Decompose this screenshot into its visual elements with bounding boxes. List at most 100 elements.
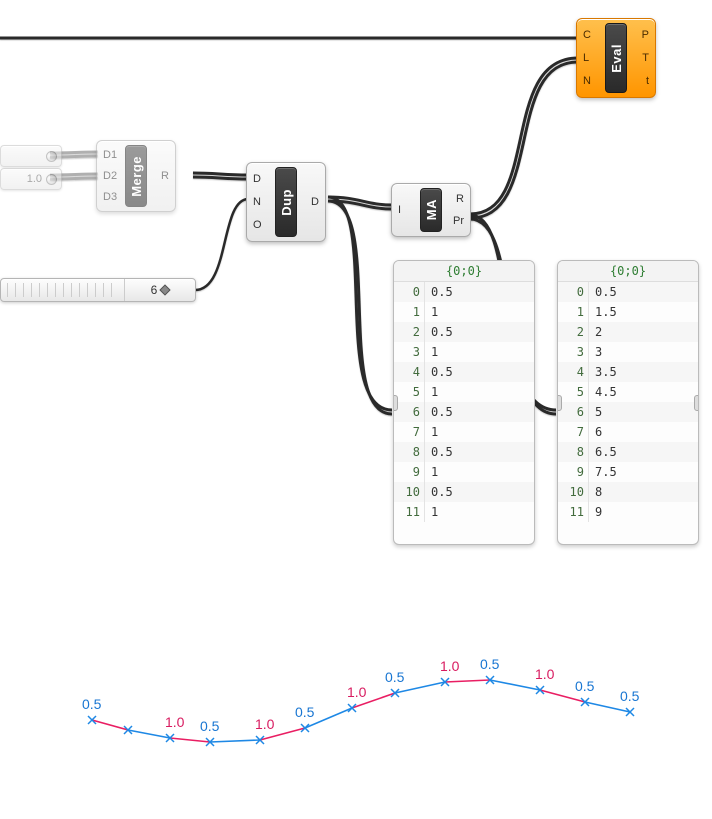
panel-row-index: 7 xyxy=(558,422,589,442)
panel-row-index: 10 xyxy=(558,482,589,502)
input-n[interactable]: N xyxy=(253,196,261,208)
panel-row-value: 1 xyxy=(425,302,438,322)
input-n[interactable]: N xyxy=(583,75,591,87)
panel-row: 11.5 xyxy=(558,302,698,322)
output-p[interactable]: P xyxy=(642,29,649,41)
input-d2[interactable]: D2 xyxy=(103,170,117,182)
panel-row-index: 6 xyxy=(394,402,425,422)
panel-left-header: {0;0} xyxy=(394,261,534,282)
panel-row-index: 6 xyxy=(558,402,589,422)
input-d[interactable]: D xyxy=(253,173,261,185)
ma-component[interactable]: I MA R Pr xyxy=(391,183,471,237)
panel-row: 100.5 xyxy=(394,482,534,502)
eval-body: Eval xyxy=(605,23,627,93)
panel-row-index: 5 xyxy=(394,382,425,402)
curve-point-label: 0.5 xyxy=(385,669,404,685)
number-value: 1.0 xyxy=(27,173,42,185)
merge-inputs: D1 D2 D3 xyxy=(97,141,123,211)
output-grip-icon xyxy=(46,151,57,162)
number-source-b[interactable]: 1.0 xyxy=(0,168,62,190)
panel-row-value: 0.5 xyxy=(425,402,453,422)
panel-row-value: 6 xyxy=(589,422,602,442)
output-r[interactable]: R xyxy=(456,193,464,205)
output-pr[interactable]: Pr xyxy=(453,215,464,227)
output-d[interactable]: D xyxy=(311,196,319,208)
slider-track[interactable] xyxy=(1,279,125,301)
panel-row-value: 9 xyxy=(589,502,602,522)
output-r[interactable]: R xyxy=(161,170,169,182)
panel-row-value: 1.5 xyxy=(589,302,617,322)
panel-row: 86.5 xyxy=(558,442,698,462)
merge-component[interactable]: D1 D2 D3 Merge R xyxy=(96,140,176,212)
panel-input-grip[interactable] xyxy=(557,395,562,411)
curve-point-label: 0.5 xyxy=(200,718,219,734)
panel-row: 51 xyxy=(394,382,534,402)
input-o[interactable]: O xyxy=(253,219,262,231)
panel-row-value: 7.5 xyxy=(589,462,617,482)
panel-row-index: 4 xyxy=(558,362,589,382)
panel-row: 20.5 xyxy=(394,322,534,342)
output-t-upper[interactable]: T xyxy=(642,52,649,64)
input-c[interactable]: C xyxy=(583,29,591,41)
input-d3[interactable]: D3 xyxy=(103,191,117,203)
eval-component[interactable]: C L N Eval P T t xyxy=(576,18,656,98)
panel-row-value: 1 xyxy=(425,422,438,442)
panel-row: 31 xyxy=(394,342,534,362)
number-source-a[interactable] xyxy=(0,145,62,167)
curve-point-label: 1.0 xyxy=(440,658,459,674)
input-i[interactable]: I xyxy=(398,204,401,216)
panel-row: 76 xyxy=(558,422,698,442)
merge-outputs: R xyxy=(149,141,175,211)
panel-row: 00.5 xyxy=(558,282,698,302)
input-l[interactable]: L xyxy=(583,52,589,64)
panel-row-value: 3 xyxy=(589,342,602,362)
panel-row-index: 3 xyxy=(558,342,589,362)
slider-value: 6 xyxy=(151,283,158,297)
panel-row: 33 xyxy=(558,342,698,362)
ma-inputs: I xyxy=(392,184,418,236)
panel-row-index: 7 xyxy=(394,422,425,442)
eval-label: Eval xyxy=(607,38,626,79)
slider-value-box[interactable]: 6 xyxy=(125,283,195,297)
panel-row-value: 6.5 xyxy=(589,442,617,462)
panel-row: 43.5 xyxy=(558,362,698,382)
panel-row: 119 xyxy=(558,502,698,522)
panel-row-value: 0.5 xyxy=(425,282,453,302)
panel-row-value: 8 xyxy=(589,482,602,502)
dup-component[interactable]: D N O Dup D xyxy=(246,162,326,242)
panel-row-index: 8 xyxy=(394,442,425,462)
panel-row: 22 xyxy=(558,322,698,342)
panel-row-value: 0.5 xyxy=(425,362,453,382)
panel-row-index: 11 xyxy=(394,502,425,522)
panel-row-index: 3 xyxy=(394,342,425,362)
slider-ticks xyxy=(7,283,118,297)
panel-row-index: 10 xyxy=(394,482,425,502)
dup-label: Dup xyxy=(277,183,296,222)
panel-row-index: 2 xyxy=(558,322,589,342)
grasshopper-canvas[interactable]: 1.0 D1 D2 D3 Merge R D N O Dup D I xyxy=(0,0,712,819)
panel-output-grip[interactable] xyxy=(694,395,699,411)
curve-point-label: 1.0 xyxy=(165,714,184,730)
ma-label: MA xyxy=(422,193,441,226)
panel-input-grip[interactable] xyxy=(393,395,398,411)
panel-row-value: 0.5 xyxy=(425,442,453,462)
panel-left-rows: 00.51120.53140.55160.57180.591100.5111 xyxy=(394,282,534,522)
data-panel-left[interactable]: {0;0} 00.51120.53140.55160.57180.591100.… xyxy=(393,260,535,545)
curve-point-label: 0.5 xyxy=(82,696,101,712)
panel-row-index: 2 xyxy=(394,322,425,342)
panel-row-index: 4 xyxy=(394,362,425,382)
panel-row-value: 1 xyxy=(425,342,438,362)
output-t-lower[interactable]: t xyxy=(646,75,649,87)
input-d1[interactable]: D1 xyxy=(103,149,117,161)
data-panel-right[interactable]: {0;0} 00.511.5223343.554.5657686.597.510… xyxy=(557,260,699,545)
panel-row-value: 1 xyxy=(425,462,438,482)
panel-row: 108 xyxy=(558,482,698,502)
panel-row: 11 xyxy=(394,302,534,322)
curve-point-label: 1.0 xyxy=(347,684,366,700)
panel-row: 80.5 xyxy=(394,442,534,462)
panel-row: 60.5 xyxy=(394,402,534,422)
panel-row-index: 0 xyxy=(558,282,589,302)
panel-right-rows: 00.511.5223343.554.5657686.597.5108119 xyxy=(558,282,698,522)
number-slider[interactable]: 6 xyxy=(0,278,196,302)
slider-handle-icon[interactable] xyxy=(160,284,171,295)
